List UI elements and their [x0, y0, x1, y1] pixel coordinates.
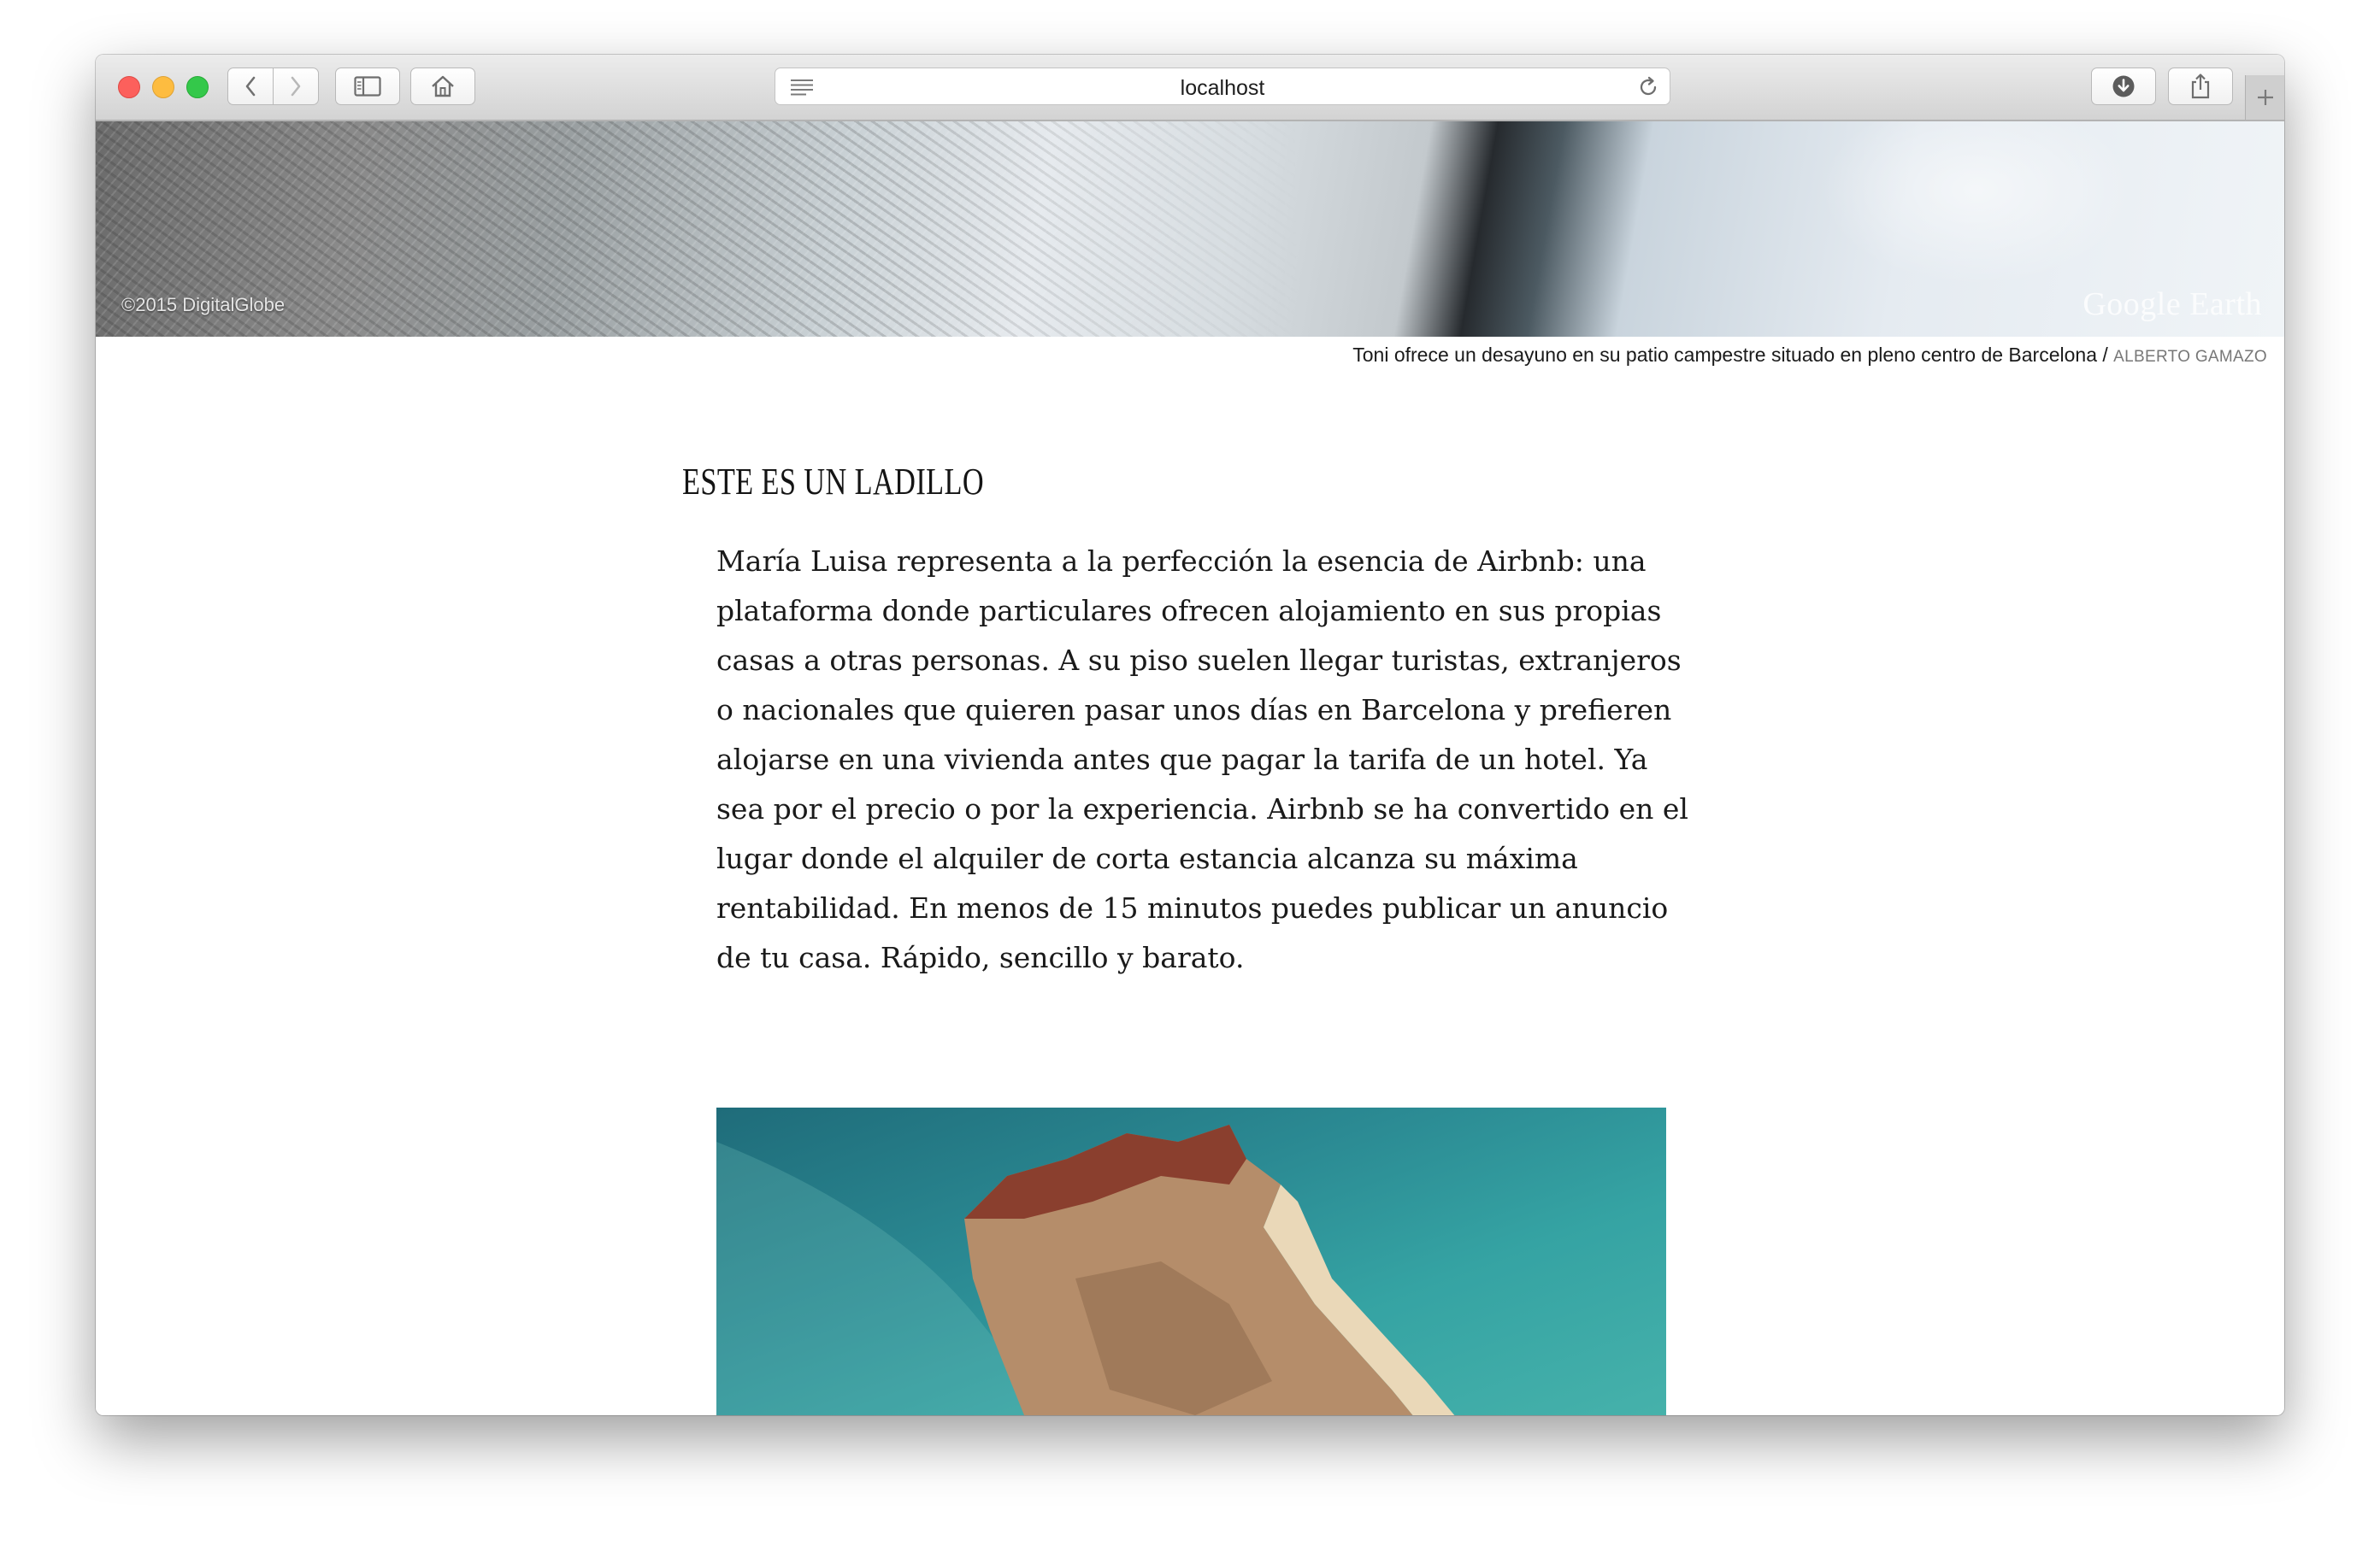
reload-icon[interactable]	[1637, 76, 1659, 98]
hero-texture	[96, 121, 2284, 337]
home-icon	[432, 75, 454, 97]
sidebar-button[interactable]	[335, 68, 400, 105]
article-paragraph: María Luisa representa a la perfección l…	[716, 544, 1688, 974]
address-bar[interactable]: localhost	[775, 68, 1670, 105]
caption-text: Toni ofrece un desayuno en su patio camp…	[1352, 344, 2108, 366]
downloads-button[interactable]	[2091, 68, 2156, 105]
page-content: ©2015 DigitalGlobe Google Earth Toni ofr…	[96, 121, 2284, 1415]
browser-toolbar: localhost	[96, 55, 2284, 121]
hero-copyright: ©2015 DigitalGlobe	[121, 294, 286, 315]
sidebar-icon	[354, 76, 381, 97]
close-window-button[interactable]	[118, 76, 140, 98]
new-tab-button[interactable]	[2245, 75, 2284, 120]
hero-logo: Google Earth	[2082, 286, 2262, 322]
url-text[interactable]: localhost	[775, 76, 1670, 101]
minimize-window-button[interactable]	[152, 76, 174, 98]
back-button[interactable]	[227, 68, 274, 105]
chevron-left-icon	[245, 76, 256, 97]
share-icon	[2191, 73, 2210, 99]
maximize-window-button[interactable]	[186, 76, 209, 98]
island-aerial-image	[716, 1108, 1666, 1415]
home-button[interactable]	[410, 68, 475, 105]
plus-icon	[2257, 90, 2273, 105]
photo-credit: ALBERTO GAMAZO	[2113, 348, 2267, 366]
chevron-right-icon	[291, 76, 301, 97]
forward-button[interactable]	[273, 68, 319, 105]
hero-image: ©2015 DigitalGlobe Google Earth	[96, 121, 2284, 337]
download-icon	[2112, 75, 2135, 97]
section-heading: ESTE ES UN LADILLO	[682, 461, 985, 503]
share-button[interactable]	[2168, 68, 2233, 105]
browser-window: localhost ©2015 DigitalGlobe Google Eart…	[96, 55, 2284, 1415]
image-caption: Toni ofrece un desayuno en su patio camp…	[1352, 344, 2267, 367]
island-shape	[716, 1125, 1455, 1415]
